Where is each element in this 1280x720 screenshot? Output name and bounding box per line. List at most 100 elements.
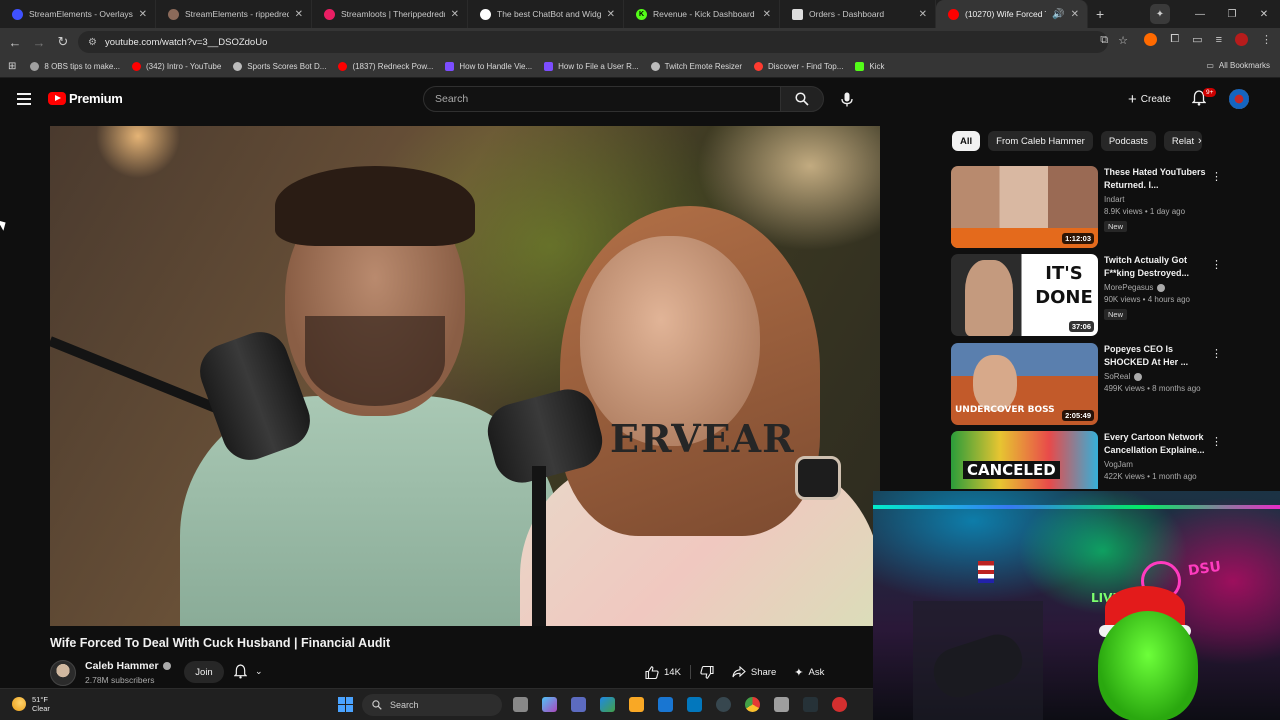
- video-thumbnail[interactable]: IT'S DONE 37:06: [951, 254, 1098, 336]
- apps-grid-icon[interactable]: ⊞: [8, 61, 16, 72]
- terminal-icon[interactable]: [803, 697, 818, 712]
- bookmark-item[interactable]: How to File a User R...: [544, 62, 639, 71]
- plus-icon: +: [1128, 90, 1137, 108]
- close-tab-icon[interactable]: ✕: [139, 9, 147, 20]
- extensions-puzzle-icon[interactable]: ⧠: [1170, 33, 1179, 46]
- obs-icon[interactable]: [716, 697, 731, 712]
- tab-title: Revenue - Kick Dashboard: [653, 9, 755, 19]
- weather-widget[interactable]: 51°F Clear: [12, 695, 50, 713]
- reload-icon[interactable]: ↻: [51, 34, 75, 50]
- bookmark-item[interactable]: Kick: [855, 62, 885, 71]
- bookmark-item[interactable]: (342) Intro - YouTube: [131, 62, 221, 71]
- like-button[interactable]: 14K: [636, 661, 690, 683]
- bookmark-item[interactable]: (1837) Redneck Pow...: [338, 62, 433, 71]
- recommendation-item[interactable]: CANCELED Every Cartoon Network Cancellat…: [951, 431, 1231, 489]
- browser-tab[interactable]: StreamElements - rippedredne ✕: [156, 0, 312, 28]
- bookmark-item[interactable]: Sports Scores Bot D...: [233, 62, 326, 71]
- windows-start-icon[interactable]: [338, 697, 353, 712]
- search-input[interactable]: Search: [423, 86, 781, 112]
- browser-tab[interactable]: K Revenue - Kick Dashboard ✕: [624, 0, 780, 28]
- recommendation-item[interactable]: UNDERCOVER BOSS 2:05:49 Popeyes CEO Is S…: [951, 343, 1231, 427]
- bookmark-item[interactable]: Twitch Emote Resizer: [650, 62, 742, 71]
- ask-button[interactable]: ✦ Ask: [785, 661, 833, 683]
- chevron-right-icon[interactable]: ›: [1198, 135, 1202, 147]
- edge-icon[interactable]: [600, 697, 615, 712]
- hamburger-menu-icon[interactable]: [17, 93, 31, 105]
- chip-related[interactable]: Relat: [1163, 131, 1203, 151]
- bookmark-item[interactable]: 8 OBS tips to make...: [30, 62, 120, 71]
- create-button[interactable]: + Create: [1118, 87, 1181, 111]
- browser-tab[interactable]: Streamloots | Therippedredne ✕: [312, 0, 468, 28]
- back-icon[interactable]: ←: [3, 35, 27, 50]
- browser-tab[interactable]: The best ChatBot and Widgets ✕: [468, 0, 624, 28]
- bookmark-item[interactable]: How to Handle Vie...: [445, 62, 532, 71]
- dislike-button[interactable]: [691, 661, 723, 683]
- browser-tab[interactable]: Orders - Dashboard ✕: [780, 0, 936, 28]
- share-button[interactable]: Share: [723, 661, 785, 683]
- create-label: Create: [1140, 93, 1171, 105]
- more-options-icon[interactable]: ⋮: [1211, 347, 1222, 360]
- close-window-icon[interactable]: ✕: [1248, 9, 1280, 20]
- speaker-icon[interactable]: 🔊: [1052, 9, 1064, 20]
- file-explorer-icon[interactable]: [629, 697, 644, 712]
- recommendation-item[interactable]: 1:12:03 These Hated YouTubers Returned. …: [951, 166, 1231, 250]
- more-options-icon[interactable]: ⋮: [1211, 258, 1222, 271]
- windows-taskbar: 51°F Clear Search: [0, 688, 873, 720]
- join-button[interactable]: Join: [184, 661, 224, 683]
- menu-lines-icon[interactable]: ≡: [1216, 34, 1222, 46]
- outlook-icon[interactable]: [687, 697, 702, 712]
- channel-name-link[interactable]: Caleb Hammer: [85, 660, 171, 672]
- extension-icon[interactable]: [1144, 33, 1158, 46]
- chip-all[interactable]: All: [952, 131, 981, 151]
- account-avatar[interactable]: [1229, 89, 1249, 109]
- channel-avatar[interactable]: [50, 660, 76, 686]
- address-bar[interactable]: ⚙ youtube.com/watch?v=3__DSOZdoUo: [78, 31, 1108, 53]
- close-tab-icon[interactable]: ✕: [607, 9, 615, 20]
- more-menu-icon[interactable]: ⋮: [1261, 33, 1272, 46]
- bookmark-star-icon[interactable]: ☆: [1118, 34, 1128, 47]
- thumbnail-face: [973, 355, 1017, 411]
- video-thumbnail[interactable]: UNDERCOVER BOSS 2:05:49: [951, 343, 1098, 425]
- close-tab-icon[interactable]: ✕: [919, 9, 927, 20]
- site-info-icon[interactable]: ⚙: [88, 37, 97, 48]
- close-tab-icon[interactable]: ✕: [763, 9, 771, 20]
- app-icon[interactable]: [774, 697, 789, 712]
- more-options-icon[interactable]: ⋮: [1211, 435, 1222, 448]
- search-button[interactable]: [780, 86, 824, 112]
- forward-icon[interactable]: →: [27, 35, 51, 50]
- subscription-bell-button[interactable]: ⌄: [234, 664, 263, 679]
- restore-icon[interactable]: ❐: [1216, 9, 1248, 20]
- browser-tab[interactable]: StreamElements - Overlays ✕: [0, 0, 156, 28]
- streamloots-favicon-icon: [324, 8, 335, 20]
- store-icon[interactable]: [658, 697, 673, 712]
- close-tab-icon[interactable]: ✕: [451, 9, 459, 20]
- app-icon[interactable]: [832, 697, 847, 712]
- copilot-icon[interactable]: [542, 697, 557, 712]
- weather-condition: Clear: [32, 704, 50, 713]
- bookmark-label: 8 OBS tips to make...: [44, 62, 120, 71]
- chip-podcasts[interactable]: Podcasts: [1100, 131, 1156, 151]
- video-player[interactable]: ERVEAR: [50, 126, 880, 626]
- teams-icon[interactable]: [571, 697, 586, 712]
- profile-avatar-icon[interactable]: [1235, 33, 1248, 46]
- task-view-icon[interactable]: [513, 697, 528, 712]
- video-thumbnail[interactable]: 1:12:03: [951, 166, 1098, 248]
- all-bookmarks-button[interactable]: ▭ All Bookmarks: [1206, 61, 1270, 70]
- browser-tab-active[interactable]: (10270) Wife Forced To De 🔊 ✕: [936, 0, 1088, 28]
- voice-search-button[interactable]: [834, 86, 860, 112]
- cast-icon[interactable]: ⧉: [1100, 34, 1108, 47]
- gemini-icon[interactable]: ✦: [1150, 4, 1170, 24]
- youtube-logo[interactable]: Premium: [48, 91, 123, 106]
- taskbar-search-input[interactable]: Search: [362, 694, 502, 716]
- more-options-icon[interactable]: ⋮: [1211, 170, 1222, 183]
- recommendation-item[interactable]: IT'S DONE 37:06 Twitch Actually Got F**k…: [951, 254, 1231, 338]
- bookmark-item[interactable]: Discover - Find Top...: [753, 62, 843, 71]
- close-tab-icon[interactable]: ✕: [1071, 9, 1079, 20]
- minimize-icon[interactable]: —: [1184, 9, 1216, 20]
- side-panel-icon[interactable]: ▭: [1192, 33, 1202, 46]
- video-thumbnail[interactable]: CANCELED: [951, 431, 1098, 489]
- new-tab-icon[interactable]: +: [1096, 6, 1104, 22]
- chrome-icon[interactable]: [745, 697, 760, 712]
- close-tab-icon[interactable]: ✕: [295, 9, 303, 20]
- chip-from-channel[interactable]: From Caleb Hammer: [988, 131, 1093, 151]
